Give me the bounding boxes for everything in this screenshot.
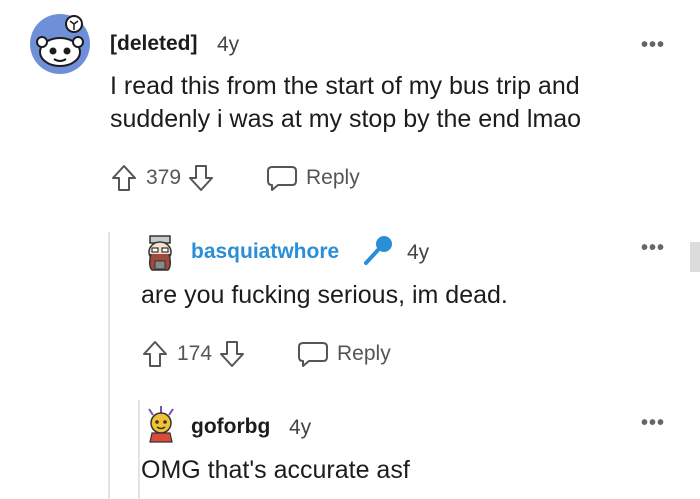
downvote-arrow-icon[interactable] xyxy=(218,339,246,369)
comment-body-line: I read this from the start of my bus tri… xyxy=(110,72,580,100)
comment-age: 4y xyxy=(217,33,240,56)
reply-button[interactable]: Reply xyxy=(297,338,391,370)
microphone-icon xyxy=(360,232,396,268)
comment-author[interactable]: [deleted] xyxy=(110,32,198,56)
more-options-button[interactable]: ••• xyxy=(641,34,665,57)
comment-1: [deleted] 4y ••• I read this from the st… xyxy=(0,0,700,220)
user-avatar-icon[interactable] xyxy=(145,405,177,443)
comment-body: OMG that's accurate asf xyxy=(141,456,410,484)
chat-bubble-icon xyxy=(266,163,298,193)
reply-label: Reply xyxy=(337,342,391,365)
comment-body: are you fucking serious, im dead. xyxy=(141,281,508,309)
comment-author[interactable]: goforbg xyxy=(191,415,270,439)
upvote-arrow-icon[interactable] xyxy=(141,339,169,369)
vote-score: 174 xyxy=(177,342,213,365)
upvote-arrow-icon[interactable] xyxy=(110,163,138,193)
thread-line-level-1 xyxy=(108,232,110,499)
user-avatar-icon[interactable] xyxy=(142,234,178,272)
downvote-arrow-icon[interactable] xyxy=(187,163,215,193)
comment-age: 4y xyxy=(407,241,430,264)
more-options-button[interactable]: ••• xyxy=(641,412,665,435)
reply-label: Reply xyxy=(306,166,360,189)
comment-3: goforbg 4y ••• OMG that's accurate asf xyxy=(140,395,700,499)
vote-bar: 379 xyxy=(110,162,215,194)
chat-bubble-icon xyxy=(297,339,329,369)
reply-button[interactable]: Reply xyxy=(266,162,360,194)
comment-2: basquiatwhore 4y ••• are you fucking ser… xyxy=(120,220,700,390)
vote-score: 379 xyxy=(146,166,182,189)
vote-bar: 174 xyxy=(141,338,246,370)
comment-age: 4y xyxy=(289,416,312,439)
more-options-button[interactable]: ••• xyxy=(641,237,665,260)
reddit-snoo-avatar-icon[interactable] xyxy=(30,14,90,74)
comment-author[interactable]: basquiatwhore xyxy=(191,240,339,264)
comment-body-line: suddenly i was at my stop by the end lma… xyxy=(110,105,582,133)
comment-body: I read this from the start of my bus tri… xyxy=(110,70,680,136)
